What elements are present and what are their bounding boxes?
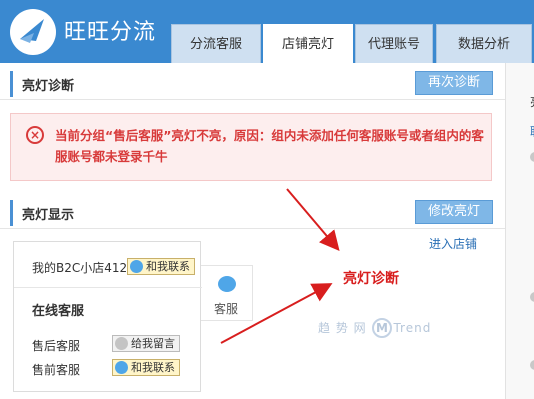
right-panel-link[interactable]: 联 [530, 123, 534, 140]
display-title: 亮灯显示 [22, 208, 75, 223]
wangwang-logo [10, 9, 56, 55]
tab-data-analysis[interactable]: 数据分析 [436, 24, 532, 63]
right-panel-dot [530, 292, 534, 302]
store-light-card: 我的B2C小店412 和我联系 在线客服 售后客服 给我留言 售前客服 和我联系 [13, 241, 202, 392]
service-row-label: 售前客服 [32, 363, 81, 377]
service-widget-tab[interactable]: 客服 [199, 265, 253, 321]
tab-diversion-service[interactable]: 分流客服 [171, 24, 261, 63]
badge-label: 给我留言 [131, 337, 175, 350]
leave-message-badge[interactable]: 给我留言 [112, 335, 180, 352]
diagnosis-error-box: × 当前分组“售后客服”亮灯不亮，原因：组内未添加任何客服账号或者组内的客服账号… [10, 113, 492, 181]
tab-agent-account[interactable]: 代理账号 [355, 24, 433, 63]
wangwang-online-icon [115, 361, 128, 374]
right-panel-dot [530, 360, 534, 370]
right-side-panel: 亮 联 [505, 63, 534, 399]
enter-store-link[interactable]: 进入店铺 [429, 235, 477, 252]
diagnosis-error-message: 当前分组“售后客服”亮灯不亮，原因：组内未添加任何客服账号或者组内的客服账号都未… [55, 128, 484, 164]
store-name: 我的B2C小店412 [32, 261, 128, 275]
divider [0, 99, 505, 100]
divider [0, 228, 505, 229]
right-panel-dot [530, 152, 534, 162]
contact-me-badge[interactable]: 和我联系 [127, 258, 195, 275]
diagnosis-title: 亮灯诊断 [22, 79, 75, 94]
contact-me-badge[interactable]: 和我联系 [112, 359, 180, 376]
tab-store-lighting[interactable]: 店铺亮灯 [263, 24, 353, 63]
right-panel-text: 亮 [530, 93, 534, 110]
badge-label: 和我联系 [131, 361, 175, 374]
wangwang-offline-icon [115, 337, 128, 350]
modify-lighting-button[interactable]: 修改亮灯 [415, 200, 493, 224]
online-service-title: 在线客服 [32, 304, 85, 319]
rediagnose-button[interactable]: 再次诊断 [415, 71, 493, 95]
annotation-label: 亮灯诊断 [343, 271, 399, 287]
app-header: 旺旺分流 分流客服 店铺亮灯 代理账号 数据分析 [0, 0, 534, 63]
service-row-label: 售后客服 [32, 339, 81, 353]
error-x-icon: × [26, 126, 44, 144]
wangwang-online-icon [130, 260, 143, 273]
wangwang-icon [218, 276, 236, 292]
watermark-brand: Trend [393, 321, 432, 335]
watermark-text: 趋 势 网 [318, 321, 367, 335]
app-title: 旺旺分流 [64, 20, 157, 45]
card-divider [14, 287, 202, 288]
service-label: 客服 [214, 302, 239, 316]
watermark-logo-icon: M [372, 318, 393, 338]
badge-label: 和我联系 [146, 260, 190, 273]
watermark: 趋 势 网 M Trend [318, 318, 431, 338]
